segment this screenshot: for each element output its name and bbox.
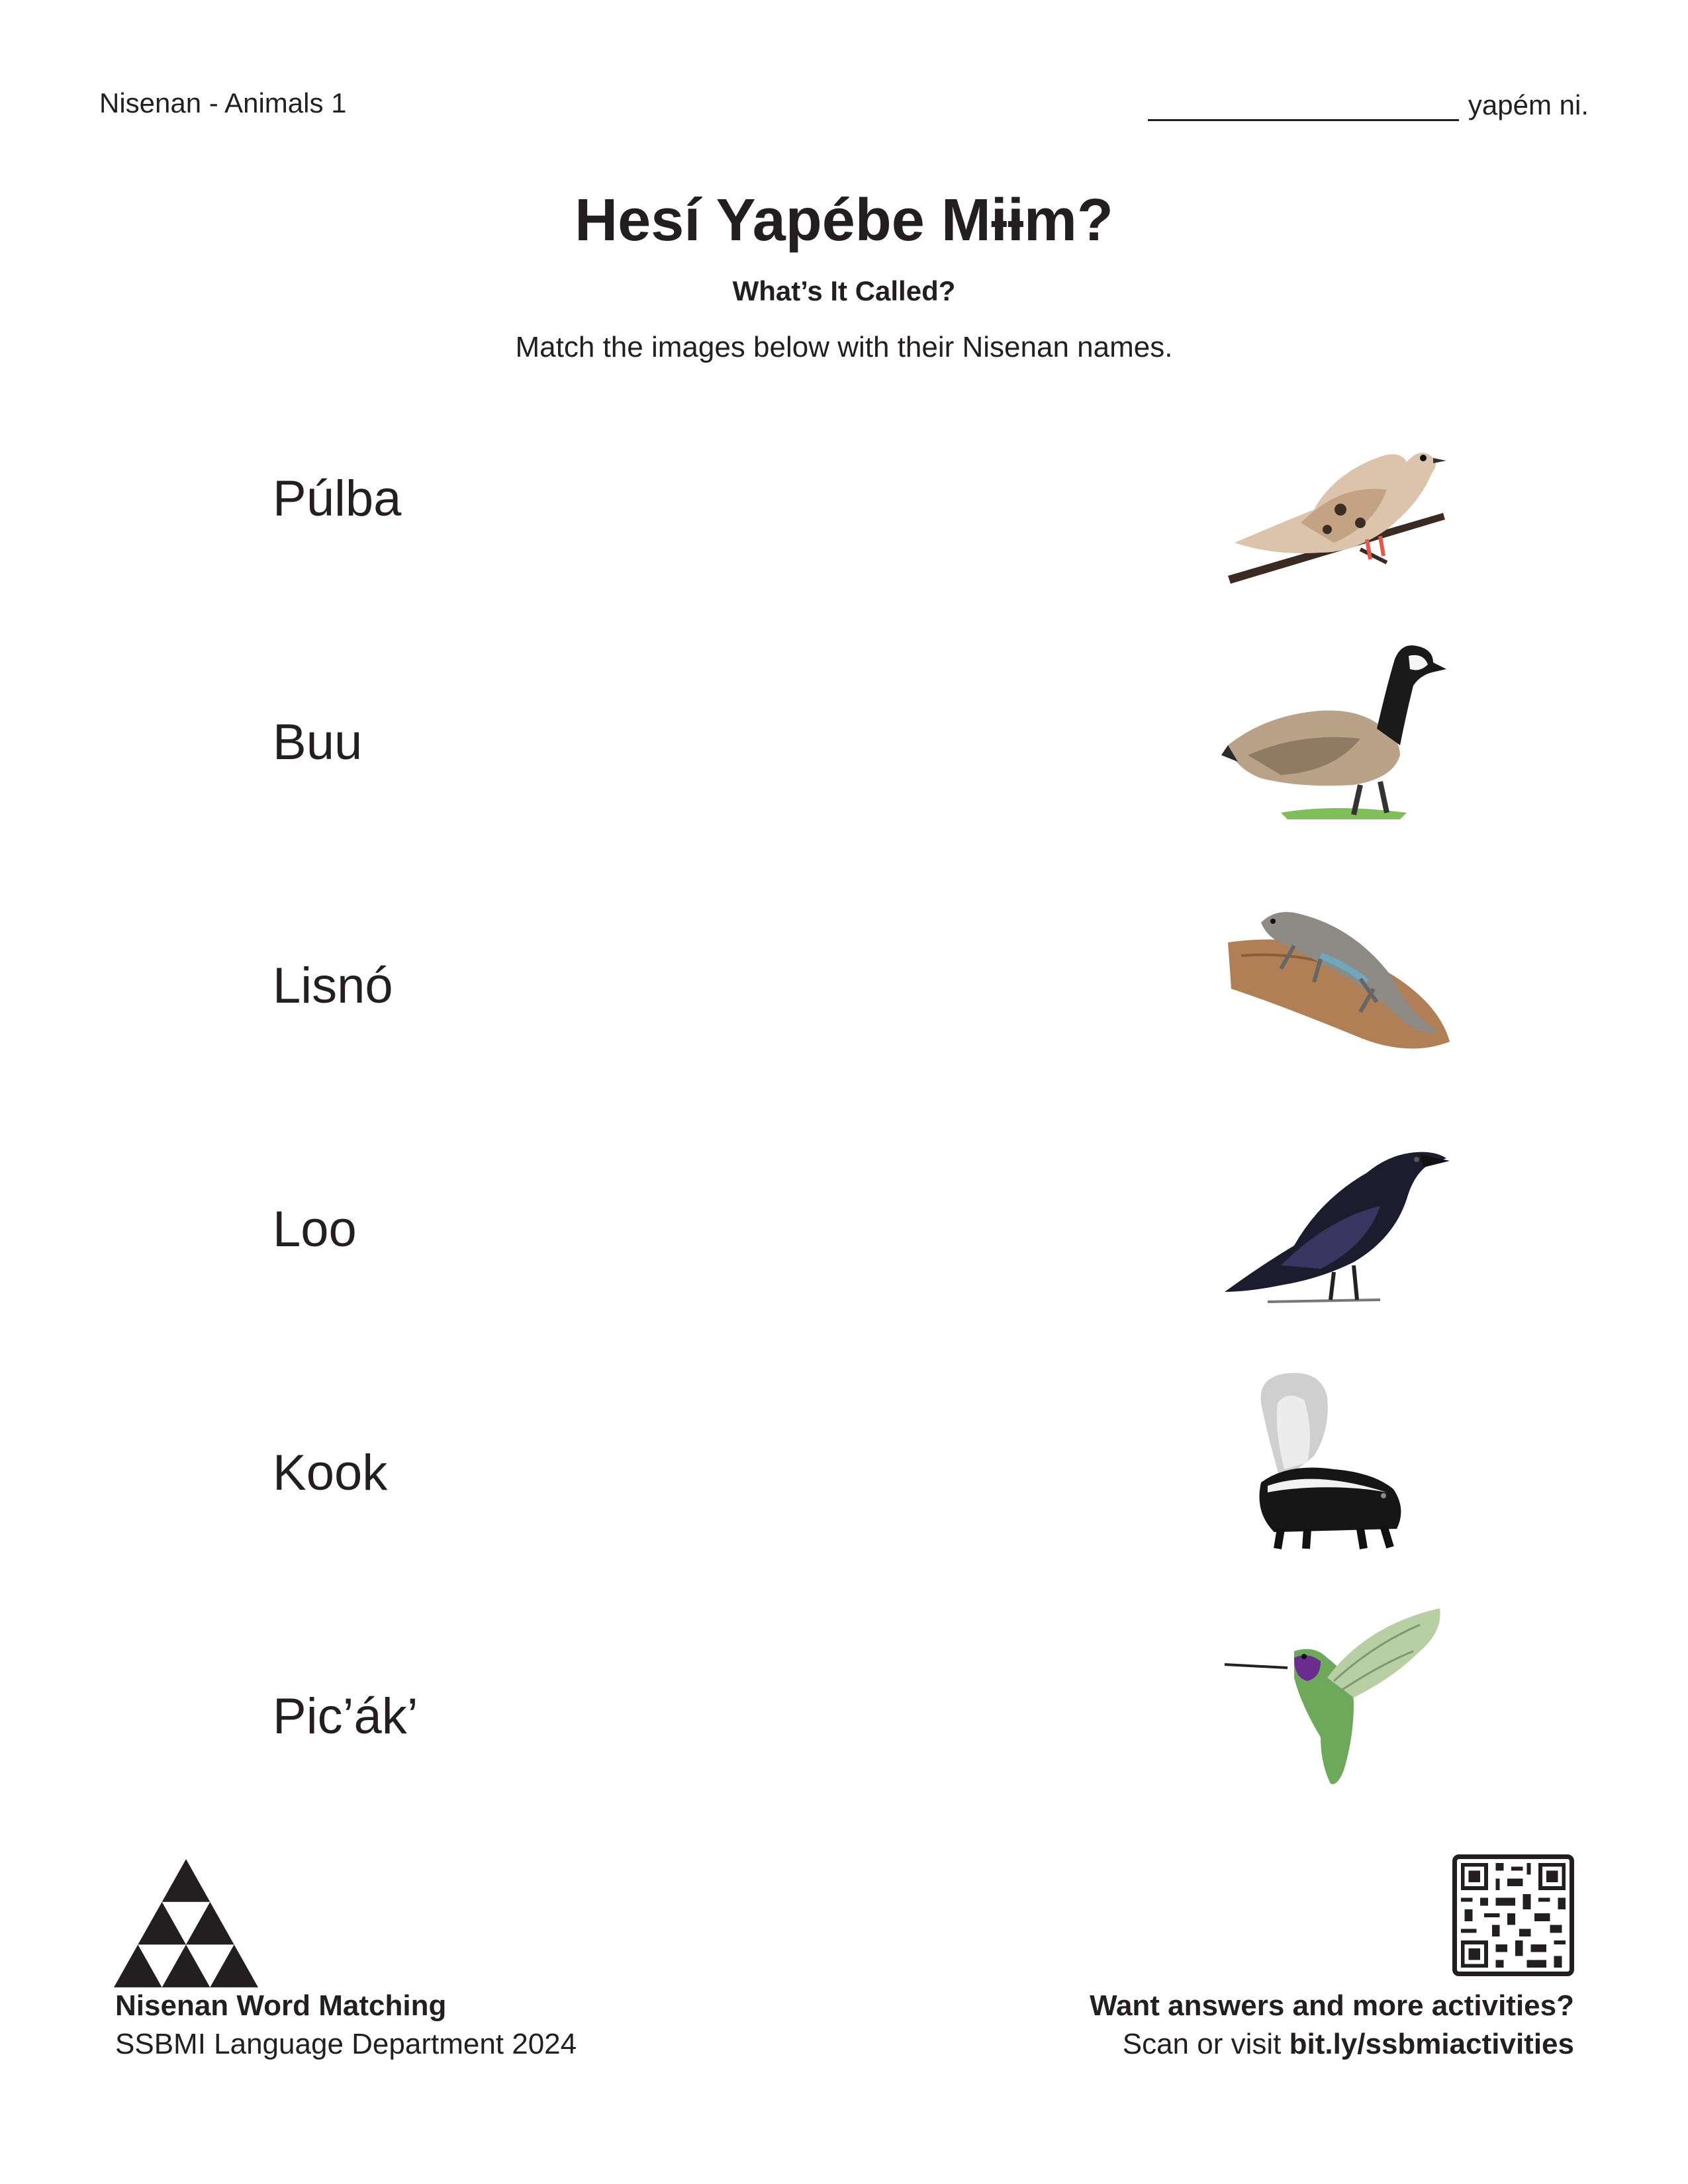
raven-icon bbox=[1221, 1126, 1453, 1312]
word-3: Lisnó bbox=[273, 958, 393, 1014]
footer-visit-prefix: Scan or visit bbox=[1122, 2028, 1289, 2060]
dove-icon bbox=[1221, 410, 1453, 596]
word-5: Kook bbox=[273, 1445, 388, 1501]
ssbmi-logo-icon bbox=[114, 1858, 258, 1988]
word-4: Loo bbox=[273, 1201, 357, 1257]
goose-icon bbox=[1221, 639, 1453, 825]
footer-department: SSBMI Language Department 2024 bbox=[115, 2028, 577, 2060]
footer-activity-name: Nisenan Word Matching bbox=[115, 1989, 447, 2022]
worksheet-title: Nisenan - Animals 1 bbox=[99, 87, 347, 118]
word-2: Buu bbox=[273, 714, 363, 770]
instructions: Match the images below with their Nisena… bbox=[515, 331, 1173, 363]
lizard-icon bbox=[1221, 883, 1453, 1068]
page-subtitle: What’s It Called? bbox=[732, 275, 956, 306]
name-suffix: yapém ni. bbox=[1468, 89, 1589, 120]
page-title: Hesí Yapébe Mɨɨm? bbox=[575, 187, 1113, 253]
footer-visit: Scan or visit bit.ly/ssbmiactivities bbox=[1123, 2028, 1574, 2061]
name-field: yapém ni. bbox=[1147, 87, 1589, 121]
name-blank-line[interactable] bbox=[1147, 87, 1459, 121]
footer-link[interactable]: bit.ly/ssbmiactivities bbox=[1289, 2028, 1574, 2060]
footer-promo: Want answers and more activities? bbox=[1090, 1989, 1574, 2022]
word-1: Púlba bbox=[273, 471, 402, 527]
skunk-icon bbox=[1221, 1370, 1453, 1555]
qr-code-icon[interactable] bbox=[1452, 1854, 1574, 1976]
word-6: Pic’ák’ bbox=[273, 1688, 418, 1745]
hummingbird-icon bbox=[1221, 1605, 1453, 1790]
